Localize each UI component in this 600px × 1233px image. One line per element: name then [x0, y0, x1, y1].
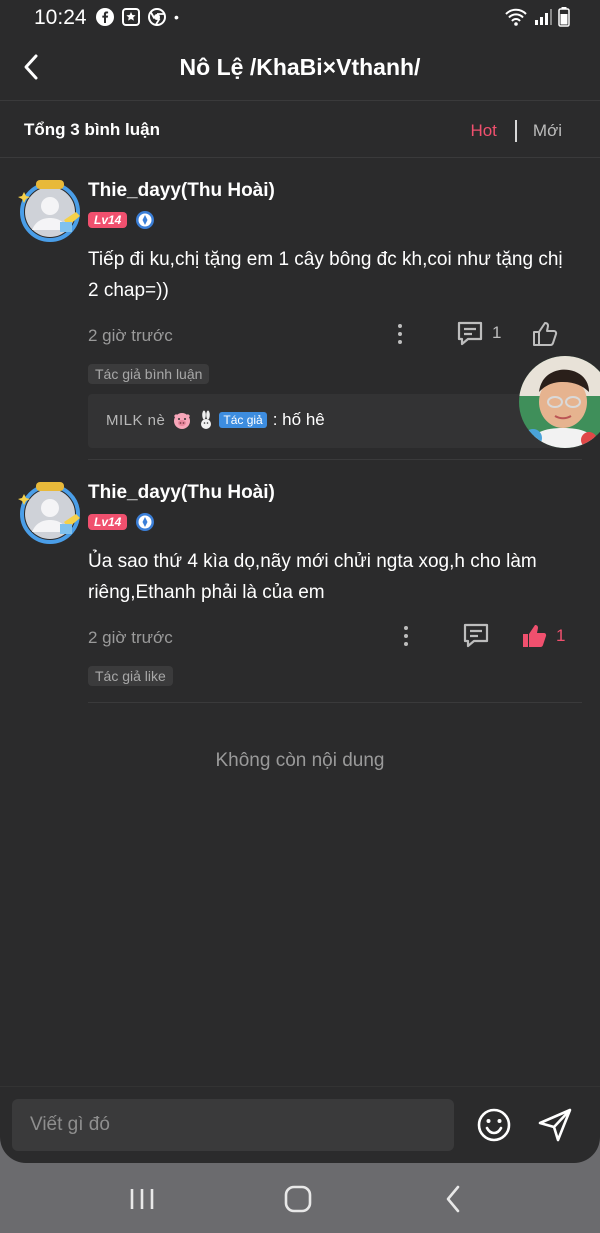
home-icon	[284, 1185, 312, 1213]
bunny-emoji-icon	[201, 410, 212, 429]
sort-hot-tab[interactable]: Hot	[470, 121, 496, 141]
more-vertical-icon	[398, 324, 402, 344]
send-button[interactable]	[536, 1106, 574, 1144]
username[interactable]: Thie_dayy(Thu Hoài)	[88, 482, 275, 504]
chrome-icon	[148, 8, 166, 26]
more-options-button[interactable]	[396, 624, 416, 648]
nav-back-button[interactable]	[434, 1183, 474, 1215]
back-button[interactable]	[18, 50, 48, 84]
reply-author-name: MILK nè	[106, 411, 166, 429]
thumbs-up-icon	[533, 322, 558, 346]
comment-bubble-icon	[463, 623, 489, 648]
status-time: 10:24	[34, 6, 87, 29]
page-title: Nô Lệ /KhaBi×Vthanh/	[179, 54, 421, 80]
smiley-icon	[477, 1108, 511, 1142]
verified-medal-icon	[136, 513, 155, 531]
comment-text: Tiếp đi ku,chị tặng em 1 cây bông đc kh,…	[88, 249, 563, 301]
comment-input-bar	[0, 1086, 600, 1163]
wifi-icon	[504, 7, 528, 32]
avatar[interactable]	[18, 178, 82, 242]
sort-separator	[514, 120, 517, 142]
battery-icon	[558, 7, 570, 32]
summary-divider	[0, 157, 600, 158]
system-icons	[504, 7, 570, 32]
user-badges: Lv14	[88, 512, 155, 532]
recent-apps-icon	[130, 1189, 154, 1209]
author-interaction-tag: Tác giả like	[88, 666, 173, 686]
username[interactable]: Thie_dayy(Thu Hoài)	[88, 180, 275, 202]
pig-emoji-icon	[174, 413, 191, 429]
author-interaction-tag: Tác giả bình luận	[88, 364, 210, 384]
comment-input[interactable]	[12, 1099, 454, 1151]
level-badge: Lv14	[88, 514, 128, 530]
comment-summary: Tổng 3 bình luận Hot Mới	[0, 101, 600, 157]
page-header: Nô Lệ /KhaBi×Vthanh/	[0, 36, 600, 100]
more-notifications-dot: •	[174, 9, 179, 25]
author-badge: Tác giả	[219, 412, 267, 428]
comment-total: Tổng 3 bình luận	[24, 120, 160, 139]
more-vertical-icon	[404, 626, 408, 646]
level-badge: Lv14	[88, 212, 128, 228]
end-of-content-label: Không còn nội dung	[215, 750, 385, 771]
comment-text: Ủa sao thứ 4 kìa dọ,nãy mới chửi ngta xo…	[88, 551, 537, 603]
comment-divider	[88, 702, 582, 703]
verified-medal-icon	[136, 211, 155, 229]
more-options-button[interactable]	[390, 322, 410, 346]
notification-icons: •	[96, 8, 179, 26]
like-button[interactable]: 1	[520, 622, 565, 650]
profile-photo-icon	[519, 356, 600, 448]
reply-button[interactable]	[462, 622, 490, 648]
app-screen: 10:24 • Nô Lệ /KhaBi×Vthanh/ Tổng 3 bình…	[0, 0, 600, 1163]
avatar[interactable]	[18, 480, 82, 544]
reply-preview[interactable]: MILK nè Tác giả : hố hê	[88, 394, 582, 448]
signal-icon	[534, 8, 552, 31]
floating-avatar-bubble[interactable]	[519, 356, 600, 448]
avatar-frame-icon	[18, 180, 80, 242]
status-bar: 10:24 •	[0, 0, 600, 36]
user-badges: Lv14	[88, 210, 155, 230]
reply-button[interactable]: 1	[456, 320, 501, 346]
comment-bubble-icon	[457, 321, 483, 346]
reply-count: 1	[492, 323, 502, 342]
reply-line: MILK nè Tác giả : hố hê	[106, 410, 325, 430]
star-app-icon	[122, 8, 140, 26]
avatar-frame-icon	[18, 482, 80, 544]
system-nav-bar	[0, 1163, 600, 1233]
emoji-button[interactable]	[476, 1107, 512, 1143]
reply-text: : hố hê	[272, 410, 325, 429]
thumbs-up-filled-icon	[523, 625, 547, 647]
sort-tabs: Hot Mới	[470, 120, 562, 142]
nav-back-icon	[446, 1185, 460, 1213]
chevron-left-icon	[24, 54, 38, 80]
sort-new-tab[interactable]: Mới	[533, 121, 562, 141]
recent-apps-button[interactable]	[122, 1183, 162, 1215]
facebook-icon	[96, 8, 114, 26]
home-button[interactable]	[278, 1183, 318, 1215]
comment-time: 2 giờ trước	[88, 628, 173, 647]
comment-time: 2 giờ trước	[88, 326, 173, 345]
like-count: 1	[556, 626, 566, 645]
send-icon	[538, 1108, 572, 1142]
comment-divider	[88, 459, 582, 460]
like-button[interactable]	[530, 320, 558, 348]
